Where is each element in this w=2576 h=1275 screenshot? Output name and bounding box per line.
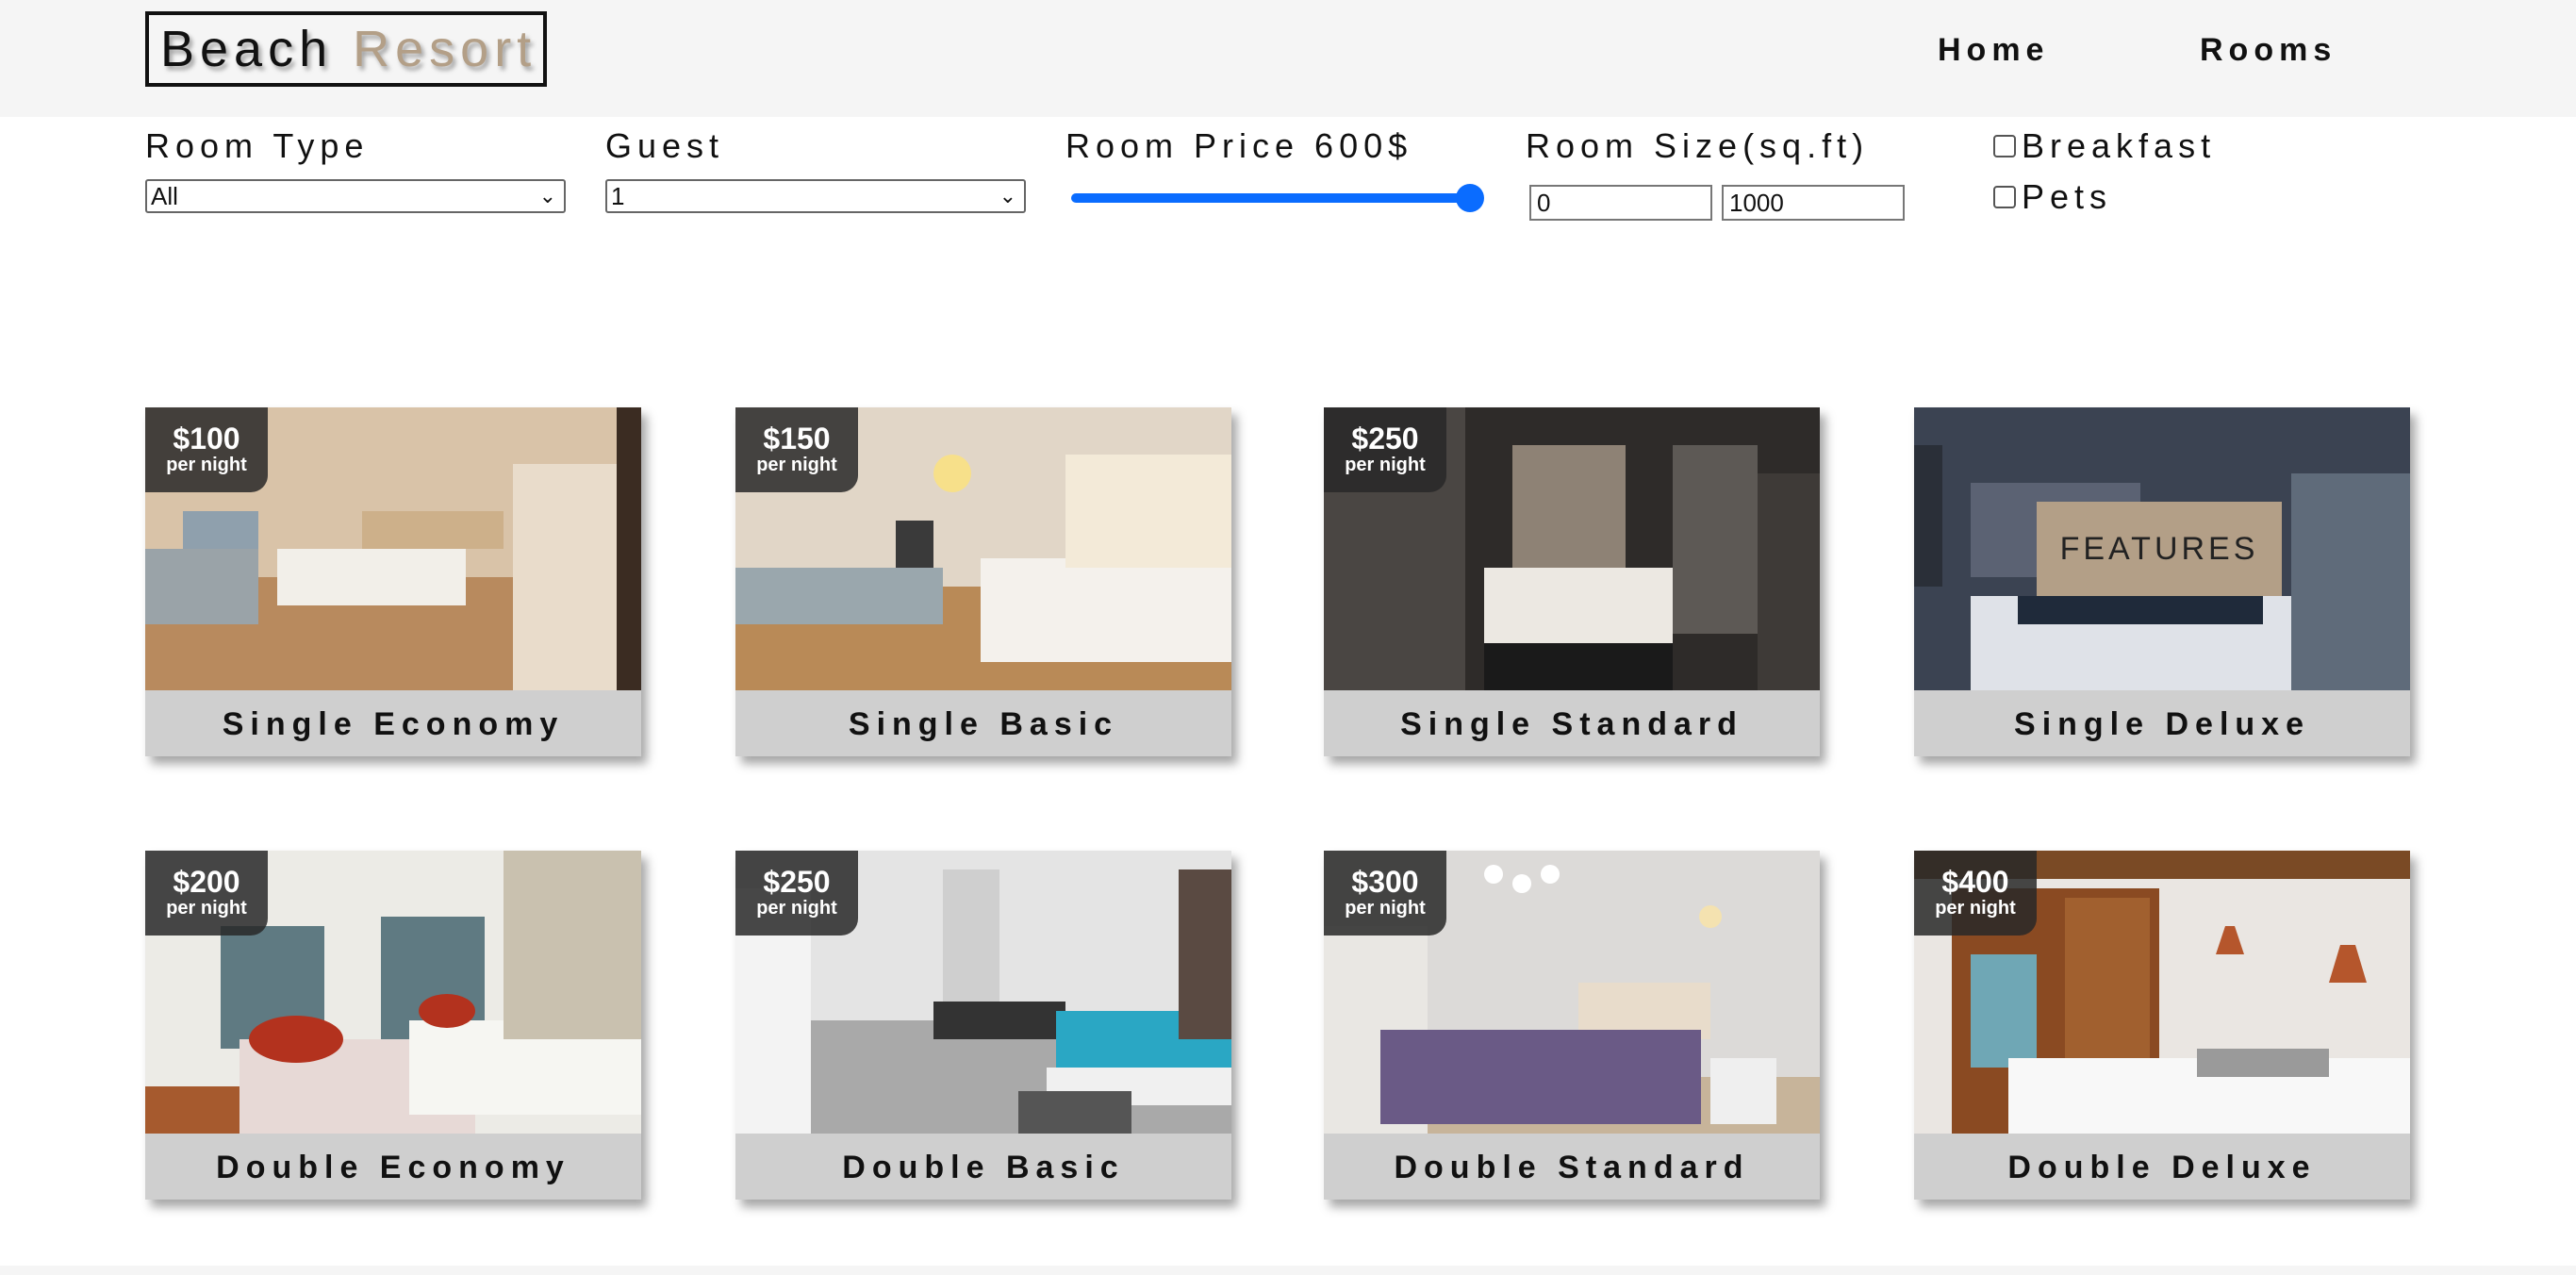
room-card-double-deluxe[interactable]: $400 per night Double Deluxe [1914, 851, 2410, 1200]
price-amount: $250 [1351, 422, 1419, 455]
price-amount: $400 [1941, 865, 2009, 899]
logo-word-beach: Beach [160, 21, 334, 77]
room-size-label: Room Size(sq.ft) [1526, 126, 1870, 165]
navbar: Beach Resort Home Rooms [0, 0, 2576, 117]
room-size-min-input[interactable]: 0 [1529, 185, 1712, 221]
room-card-single-economy[interactable]: $100 per night Single Economy [145, 407, 641, 756]
room-type-value: All [151, 182, 178, 210]
nav-rooms-link[interactable]: Rooms [2200, 32, 2337, 69]
room-price-slider[interactable] [1071, 193, 1467, 203]
footer-strip [0, 1266, 2576, 1275]
room-card-single-basic[interactable]: $150 per night Single Basic [735, 407, 1231, 756]
room-name: Double Basic [842, 1150, 1125, 1185]
room-name: Single Basic [848, 706, 1119, 742]
guest-select[interactable]: 1 ⌄ [605, 179, 1026, 213]
room-card-single-deluxe[interactable]: FEATURES Single Deluxe [1914, 407, 2410, 756]
price-amount: $250 [763, 865, 831, 899]
room-name: Double Standard [1394, 1150, 1750, 1185]
room-price-label: Room Price 600$ [1065, 126, 1413, 165]
room-card-double-basic[interactable]: $250 per night Double Basic [735, 851, 1231, 1200]
chevron-down-icon: ⌄ [999, 184, 1016, 207]
room-card-single-standard[interactable]: $250 per night Single Standard [1324, 407, 1820, 756]
price-amount: $150 [763, 422, 831, 455]
price-badge: $150 per night [735, 407, 858, 492]
price-per-night: per night [166, 455, 247, 475]
room-name: Single Deluxe [2014, 706, 2310, 742]
logo[interactable]: Beach Resort [145, 11, 547, 87]
room-type-label: Room Type [145, 126, 370, 165]
price-per-night: per night [1345, 455, 1426, 475]
price-amount: $100 [173, 422, 240, 455]
price-amount: $200 [173, 865, 240, 899]
price-per-night: per night [166, 898, 247, 919]
features-button[interactable]: FEATURES [2037, 502, 2282, 596]
price-badge: $100 per night [145, 407, 268, 492]
chevron-down-icon: ⌄ [538, 184, 556, 207]
nav-home-link[interactable]: Home [1938, 32, 2049, 69]
breakfast-checkbox[interactable] [1993, 135, 2016, 157]
price-per-night: per night [756, 898, 837, 919]
room-name: Double Economy [216, 1150, 570, 1185]
price-badge: $300 per night [1324, 851, 1446, 936]
price-per-night: per night [1935, 898, 2016, 919]
breakfast-label: Breakfast [2022, 126, 2217, 165]
room-price-slider-thumb[interactable] [1456, 184, 1484, 212]
room-type-select[interactable]: All ⌄ [145, 179, 566, 213]
pets-label: Pets [2022, 177, 2113, 216]
room-card-double-standard[interactable]: $300 per night Double Standard [1324, 851, 1820, 1200]
price-per-night: per night [1345, 898, 1426, 919]
guest-label: Guest [605, 126, 725, 165]
pets-checkbox[interactable] [1993, 186, 2016, 208]
room-card-double-economy[interactable]: $200 per night Double Economy [145, 851, 641, 1200]
price-badge: $400 per night [1914, 851, 2037, 936]
room-size-max-input[interactable]: 1000 [1722, 185, 1905, 221]
room-name: Single Standard [1400, 706, 1743, 742]
price-badge: $250 per night [1324, 407, 1446, 492]
room-name: Single Economy [222, 706, 565, 742]
price-amount: $300 [1351, 865, 1419, 899]
price-badge: $200 per night [145, 851, 268, 936]
price-badge: $250 per night [735, 851, 858, 936]
room-name: Double Deluxe [2007, 1150, 2317, 1185]
price-per-night: per night [756, 455, 837, 475]
logo-word-resort: Resort [353, 21, 537, 77]
guest-value: 1 [611, 182, 625, 210]
